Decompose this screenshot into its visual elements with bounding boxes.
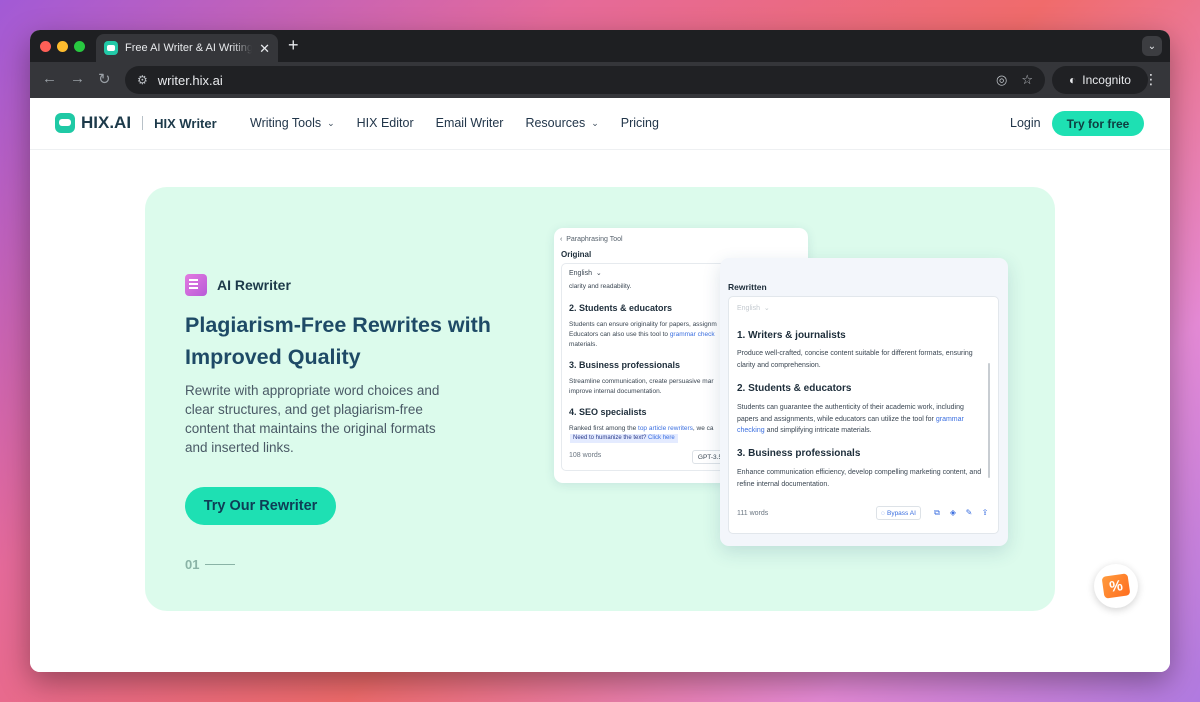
menu-item-label: HIX Editor: [356, 116, 414, 130]
site-header: HIX.AI HIX Writer Writing Tools ⌄ HIX Ed…: [30, 98, 1170, 150]
menu-item-label: Email Writer: [435, 116, 504, 130]
incognito-label: Incognito: [1082, 73, 1131, 87]
bypass-icon: ◌: [881, 509, 885, 517]
eye-off-icon[interactable]: ◎: [996, 72, 1007, 88]
breadcrumb[interactable]: ‹ Paraphrasing Tool: [560, 236, 623, 243]
minimize-window-button[interactable]: [57, 41, 68, 52]
section-text: Produce well-crafted, concise content su…: [737, 350, 973, 369]
menu-item-writing-tools[interactable]: Writing Tools ⌄: [250, 116, 335, 130]
document-icon: [185, 274, 207, 296]
forward-icon[interactable]: →: [70, 70, 85, 87]
text-fragment: and simplifying intricate materials.: [764, 427, 872, 434]
logo[interactable]: HIX.AI HIX Writer: [55, 113, 217, 133]
menu-item-hix-editor[interactable]: HIX Editor: [357, 116, 414, 130]
product-name: HIX Writer: [154, 115, 217, 131]
tab-search-icon[interactable]: ⌄: [1142, 36, 1162, 56]
menu-item-email-writer[interactable]: Email Writer: [436, 116, 504, 130]
menu-item-label: Resources: [525, 116, 586, 130]
browser-window: Free AI Writer & AI Writing Assistant ✕ …: [30, 30, 1170, 672]
humanize-link[interactable]: Click here: [648, 435, 675, 441]
slide-indicator[interactable]: 01: [185, 557, 236, 572]
hero-section: AI Rewriter Plagiarism-Free Rewrites wit…: [145, 187, 1055, 611]
menu-item-pricing[interactable]: Pricing: [621, 116, 659, 130]
shield-check-icon[interactable]: ◈: [948, 508, 958, 518]
logo-divider: [142, 116, 144, 130]
browser-tab[interactable]: Free AI Writer & AI Writing Assistant ✕: [96, 34, 278, 62]
incognito-indicator[interactable]: ◐ Incognito: [1052, 66, 1148, 94]
feature-badge: AI Rewriter: [185, 274, 291, 296]
browser-toolbar: ← → ↻ ⚙ writer.hix.ai ◎ ☆ ◐ Incognito ⋮: [30, 62, 1170, 98]
hero-description: Rewrite with appropriate word choices an…: [185, 383, 440, 455]
tab-title: Free AI Writer & AI Writing Assistant: [125, 42, 253, 54]
maximize-window-button[interactable]: [74, 41, 85, 52]
section-heading: 4. SEO specialists: [569, 407, 647, 417]
url-text[interactable]: writer.hix.ai: [158, 73, 982, 88]
scrollbar[interactable]: [988, 363, 990, 478]
favicon-icon: [104, 41, 118, 55]
hero-headline: Plagiarism-Free Rewrites with Improved Q…: [185, 313, 491, 369]
promo-button[interactable]: %: [1094, 564, 1138, 608]
discount-tag-icon: %: [1101, 573, 1131, 599]
text-fragment: Educators can also use this tool to: [569, 331, 670, 338]
chevron-down-icon: ⌄: [591, 117, 599, 128]
incognito-icon: ◐: [1069, 73, 1077, 87]
slide-progress-line: [205, 564, 236, 565]
section-heading: 2. Students & educators: [737, 383, 852, 394]
edit-icon[interactable]: ✎: [964, 508, 974, 518]
try-for-free-button[interactable]: Try for free: [1052, 111, 1144, 136]
word-count: 108 words: [569, 452, 602, 459]
bypass-ai-button[interactable]: ◌ Bypass AI: [876, 506, 921, 520]
rewritten-text-card: Rewritten English ⌄ 1. Writers & journal…: [720, 258, 1008, 546]
hix-logo-icon: [55, 113, 75, 133]
menu-item-label: Writing Tools: [250, 116, 322, 130]
window-controls: [40, 41, 85, 52]
address-bar[interactable]: ⚙ writer.hix.ai ◎ ☆: [125, 66, 1045, 94]
language-select[interactable]: English ⌄: [569, 269, 602, 277]
back-icon[interactable]: ←: [42, 70, 57, 87]
text-fragment: , we ca: [692, 425, 714, 432]
bypass-label: Bypass AI: [886, 509, 916, 517]
feature-label: AI Rewriter: [217, 277, 291, 293]
section-heading: 2. Students & educators: [569, 303, 673, 313]
word-count: 111 words: [737, 510, 769, 517]
reload-icon[interactable]: ↻: [98, 70, 111, 88]
language-select[interactable]: English ⌄: [737, 304, 770, 312]
top-rewriters-link[interactable]: top article rewriters: [638, 425, 693, 432]
menu-item-resources[interactable]: Resources ⌄: [525, 116, 598, 130]
tab-bar: Free AI Writer & AI Writing Assistant ✕ …: [30, 30, 1170, 62]
language-value: English: [737, 305, 760, 312]
try-rewriter-button[interactable]: Try Our Rewriter: [185, 487, 336, 525]
logo-text: HIX.AI: [81, 113, 132, 132]
browser-menu-icon[interactable]: ⋮: [1144, 71, 1158, 88]
section-text: Students can guarantee the authenticity …: [737, 402, 987, 437]
copy-icon[interactable]: ⧉: [932, 508, 942, 518]
hint-text: Need to humanize the text?: [573, 435, 649, 441]
section-text: Enhance communication efficiency, develo…: [737, 469, 982, 488]
export-icon[interactable]: ⇪: [980, 508, 990, 518]
section-heading: 3. Business professionals: [737, 448, 861, 459]
text-fragment: Students can guarantee the authenticity …: [737, 404, 964, 423]
new-tab-icon[interactable]: +: [288, 36, 299, 54]
breadcrumb-label: Paraphrasing Tool: [566, 236, 623, 243]
bookmark-star-icon[interactable]: ☆: [1021, 72, 1033, 88]
original-title: Original: [561, 250, 592, 259]
rewritten-title: Rewritten: [728, 282, 767, 292]
chevron-down-icon: ⌄: [327, 117, 335, 128]
menu-item-label: Pricing: [620, 116, 659, 130]
close-window-button[interactable]: [40, 41, 51, 52]
section-heading: 1. Writers & journalists: [737, 330, 846, 341]
text-fragment: Ranked first among the: [569, 425, 639, 432]
site-info-icon[interactable]: ⚙: [137, 73, 148, 87]
grammar-check-link[interactable]: grammar check: [670, 331, 715, 338]
login-link[interactable]: Login: [1010, 116, 1041, 130]
language-value: English: [569, 270, 592, 277]
main-menu: Writing Tools ⌄ HIX Editor Email Writer …: [250, 116, 659, 130]
rewritten-text-panel[interactable]: English ⌄ 1. Writers & journalists Produ…: [728, 296, 999, 534]
humanize-hint: Need to humanize the text? Click here: [570, 434, 678, 443]
slide-number: 01: [185, 557, 200, 572]
close-tab-icon[interactable]: ✕: [259, 42, 270, 55]
section-heading: 3. Business professionals: [569, 360, 681, 370]
page: HIX.AI HIX Writer Writing Tools ⌄ HIX Ed…: [30, 98, 1170, 672]
